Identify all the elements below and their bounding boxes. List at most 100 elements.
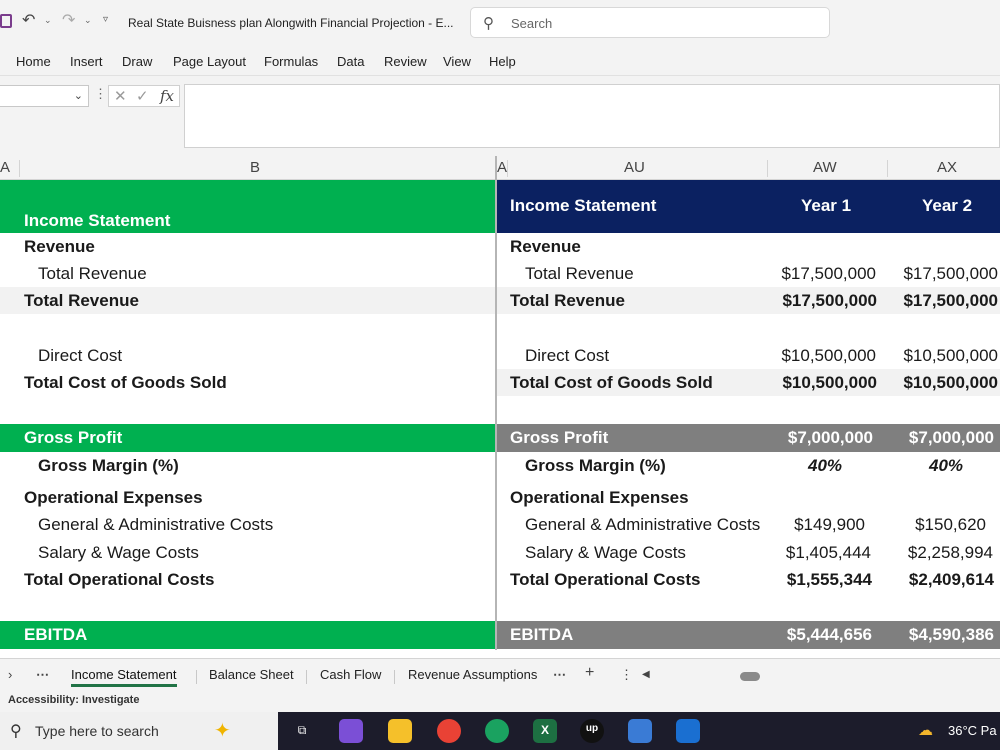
cell-revenue[interactable]: Revenue: [24, 237, 95, 257]
store-icon[interactable]: [628, 719, 652, 743]
weather-temperature[interactable]: 36°C Pa: [948, 723, 997, 738]
tab-page-layout[interactable]: Page Layout: [173, 54, 246, 69]
cell-total-operational-costs[interactable]: Total Operational Costs: [24, 570, 215, 590]
cell-gross-margin-y2[interactable]: 40%: [929, 456, 963, 476]
cell-total-revenue-item-y2[interactable]: $17,500,000: [890, 264, 998, 284]
cell-direct-cost[interactable]: Direct Cost: [38, 346, 122, 366]
cell-gna-costs-right[interactable]: General & Administrative Costs: [525, 515, 760, 535]
sheet-tab-revenue-assumptions[interactable]: Revenue Assumptions: [408, 667, 537, 682]
col-header-au[interactable]: AU: [624, 159, 645, 176]
cell-ebitda-y1[interactable]: $5,444,656: [770, 625, 872, 645]
redo-icon[interactable]: ↷: [62, 10, 75, 30]
tab-insert[interactable]: Insert: [70, 54, 103, 69]
weather-icon[interactable]: ☁: [918, 721, 933, 739]
search-box[interactable]: ⚲ Search: [470, 7, 830, 38]
insert-function-icon[interactable]: fx: [160, 87, 174, 105]
cell-total-revenue-right[interactable]: Total Revenue: [510, 291, 625, 311]
task-view-icon[interactable]: ⧉: [290, 719, 314, 743]
more-options-icon[interactable]: ⋮: [94, 86, 107, 102]
tab-data[interactable]: Data: [337, 54, 364, 69]
cell-salary-costs-right[interactable]: Salary & Wage Costs: [525, 543, 686, 563]
cell-total-operational-costs-y1[interactable]: $1,555,344: [770, 570, 872, 590]
cell-year-2[interactable]: Year 2: [922, 196, 972, 216]
cell-gna-costs-y1[interactable]: $149,900: [770, 515, 865, 535]
cell-total-cogs-y1[interactable]: $10,500,000: [770, 373, 877, 393]
chevron-down-icon[interactable]: ⌄: [74, 89, 83, 102]
copilot-icon[interactable]: [339, 719, 363, 743]
sheet-tab-cash-flow[interactable]: Cash Flow: [320, 667, 381, 682]
excel-icon[interactable]: X: [533, 719, 557, 743]
horizontal-scrollbar-thumb[interactable]: [740, 672, 760, 681]
formula-input[interactable]: [184, 84, 1000, 148]
more-sheets-icon[interactable]: ⋯: [36, 667, 49, 683]
edge-icon[interactable]: [485, 719, 509, 743]
cell-ebitda[interactable]: EBITDA: [24, 625, 87, 645]
cell-gross-profit-right[interactable]: Gross Profit: [510, 428, 608, 448]
cell-gross-profit-y2[interactable]: $7,000,000: [890, 428, 994, 448]
name-box[interactable]: ⌄: [0, 85, 89, 107]
cell-direct-cost-right[interactable]: Direct Cost: [525, 346, 609, 366]
cell-income-statement-header[interactable]: Income Statement: [24, 211, 170, 231]
tab-options-icon[interactable]: ⋮: [620, 667, 633, 683]
cell-total-revenue-item[interactable]: Total Revenue: [38, 264, 147, 284]
enter-icon[interactable]: ✓: [136, 87, 149, 105]
tab-draw[interactable]: Draw: [122, 54, 152, 69]
cancel-icon[interactable]: ✕: [114, 87, 127, 105]
col-header-a-frozen[interactable]: A: [497, 159, 507, 176]
cell-total-cogs[interactable]: Total Cost of Goods Sold: [24, 373, 227, 393]
cell-year-1[interactable]: Year 1: [801, 196, 851, 216]
cell-ebitda-y2[interactable]: $4,590,386: [890, 625, 994, 645]
cell-gross-margin-y1[interactable]: 40%: [808, 456, 842, 476]
tab-help[interactable]: Help: [489, 54, 516, 69]
cell-total-revenue-item-right[interactable]: Total Revenue: [525, 264, 634, 284]
cell-income-statement-header-right[interactable]: Income Statement: [510, 196, 656, 216]
cell-total-cogs-y2[interactable]: $10,500,000: [890, 373, 998, 393]
cell-gross-margin[interactable]: Gross Margin (%): [38, 456, 179, 476]
cell-total-operational-costs-right[interactable]: Total Operational Costs: [510, 570, 701, 590]
undo-dropdown-icon[interactable]: ⌄: [44, 15, 52, 26]
cell-ebitda-right[interactable]: EBITDA: [510, 625, 573, 645]
cell-gross-profit-y1[interactable]: $7,000,000: [770, 428, 873, 448]
col-header-b[interactable]: B: [250, 159, 260, 176]
save-icon[interactable]: [0, 14, 12, 28]
cell-gross-margin-right[interactable]: Gross Margin (%): [525, 456, 666, 476]
sheet-tab-income-statement[interactable]: Income Statement: [71, 667, 177, 687]
col-header-aw[interactable]: AW: [813, 159, 837, 176]
upwork-icon[interactable]: up: [580, 719, 604, 743]
cell-direct-cost-y1[interactable]: $10,500,000: [770, 346, 876, 366]
cell-salary-costs-y1[interactable]: $1,405,444: [770, 543, 871, 563]
cell-total-revenue[interactable]: Total Revenue: [24, 291, 139, 311]
cell-salary-costs[interactable]: Salary & Wage Costs: [38, 543, 199, 563]
copilot-sparkle-icon[interactable]: ✦: [214, 718, 231, 743]
cell-total-operational-costs-y2[interactable]: $2,409,614: [890, 570, 994, 590]
freeze-pane-divider[interactable]: [495, 156, 497, 650]
customize-toolbar-icon[interactable]: ▿: [103, 14, 108, 25]
undo-icon[interactable]: ↶: [22, 10, 35, 30]
tab-view[interactable]: View: [443, 54, 471, 69]
chrome-icon[interactable]: [437, 719, 461, 743]
tab-formulas[interactable]: Formulas: [264, 54, 318, 69]
add-sheet-icon[interactable]: +: [585, 664, 594, 682]
col-header-ax[interactable]: AX: [937, 159, 957, 176]
cell-gna-costs[interactable]: General & Administrative Costs: [38, 515, 273, 535]
cell-total-revenue-y2[interactable]: $17,500,000: [890, 291, 998, 311]
redo-dropdown-icon[interactable]: ⌄: [84, 15, 92, 26]
cell-gna-costs-y2[interactable]: $150,620: [890, 515, 986, 535]
cell-operational-expenses-right[interactable]: Operational Expenses: [510, 488, 689, 508]
sheet-tab-balance-sheet[interactable]: Balance Sheet: [209, 667, 294, 682]
cell-direct-cost-y2[interactable]: $10,500,000: [890, 346, 998, 366]
taskbar-search-box[interactable]: ⚲ Type here to search ✦: [0, 712, 278, 750]
accessibility-status[interactable]: Accessibility: Investigate: [8, 694, 139, 706]
file-explorer-icon[interactable]: [388, 719, 412, 743]
cell-total-cogs-right[interactable]: Total Cost of Goods Sold: [510, 373, 713, 393]
outlook-icon[interactable]: [676, 719, 700, 743]
cell-revenue-right[interactable]: Revenue: [510, 237, 581, 257]
scroll-tabs-right-icon[interactable]: ›: [8, 667, 12, 682]
cell-total-revenue-y1[interactable]: $17,500,000: [770, 291, 877, 311]
scroll-left-icon[interactable]: ◀: [642, 669, 650, 680]
tab-review[interactable]: Review: [384, 54, 427, 69]
cell-gross-profit[interactable]: Gross Profit: [24, 428, 122, 448]
tab-home[interactable]: Home: [16, 54, 51, 69]
cell-salary-costs-y2[interactable]: $2,258,994: [890, 543, 993, 563]
col-header-a[interactable]: A: [0, 159, 10, 176]
